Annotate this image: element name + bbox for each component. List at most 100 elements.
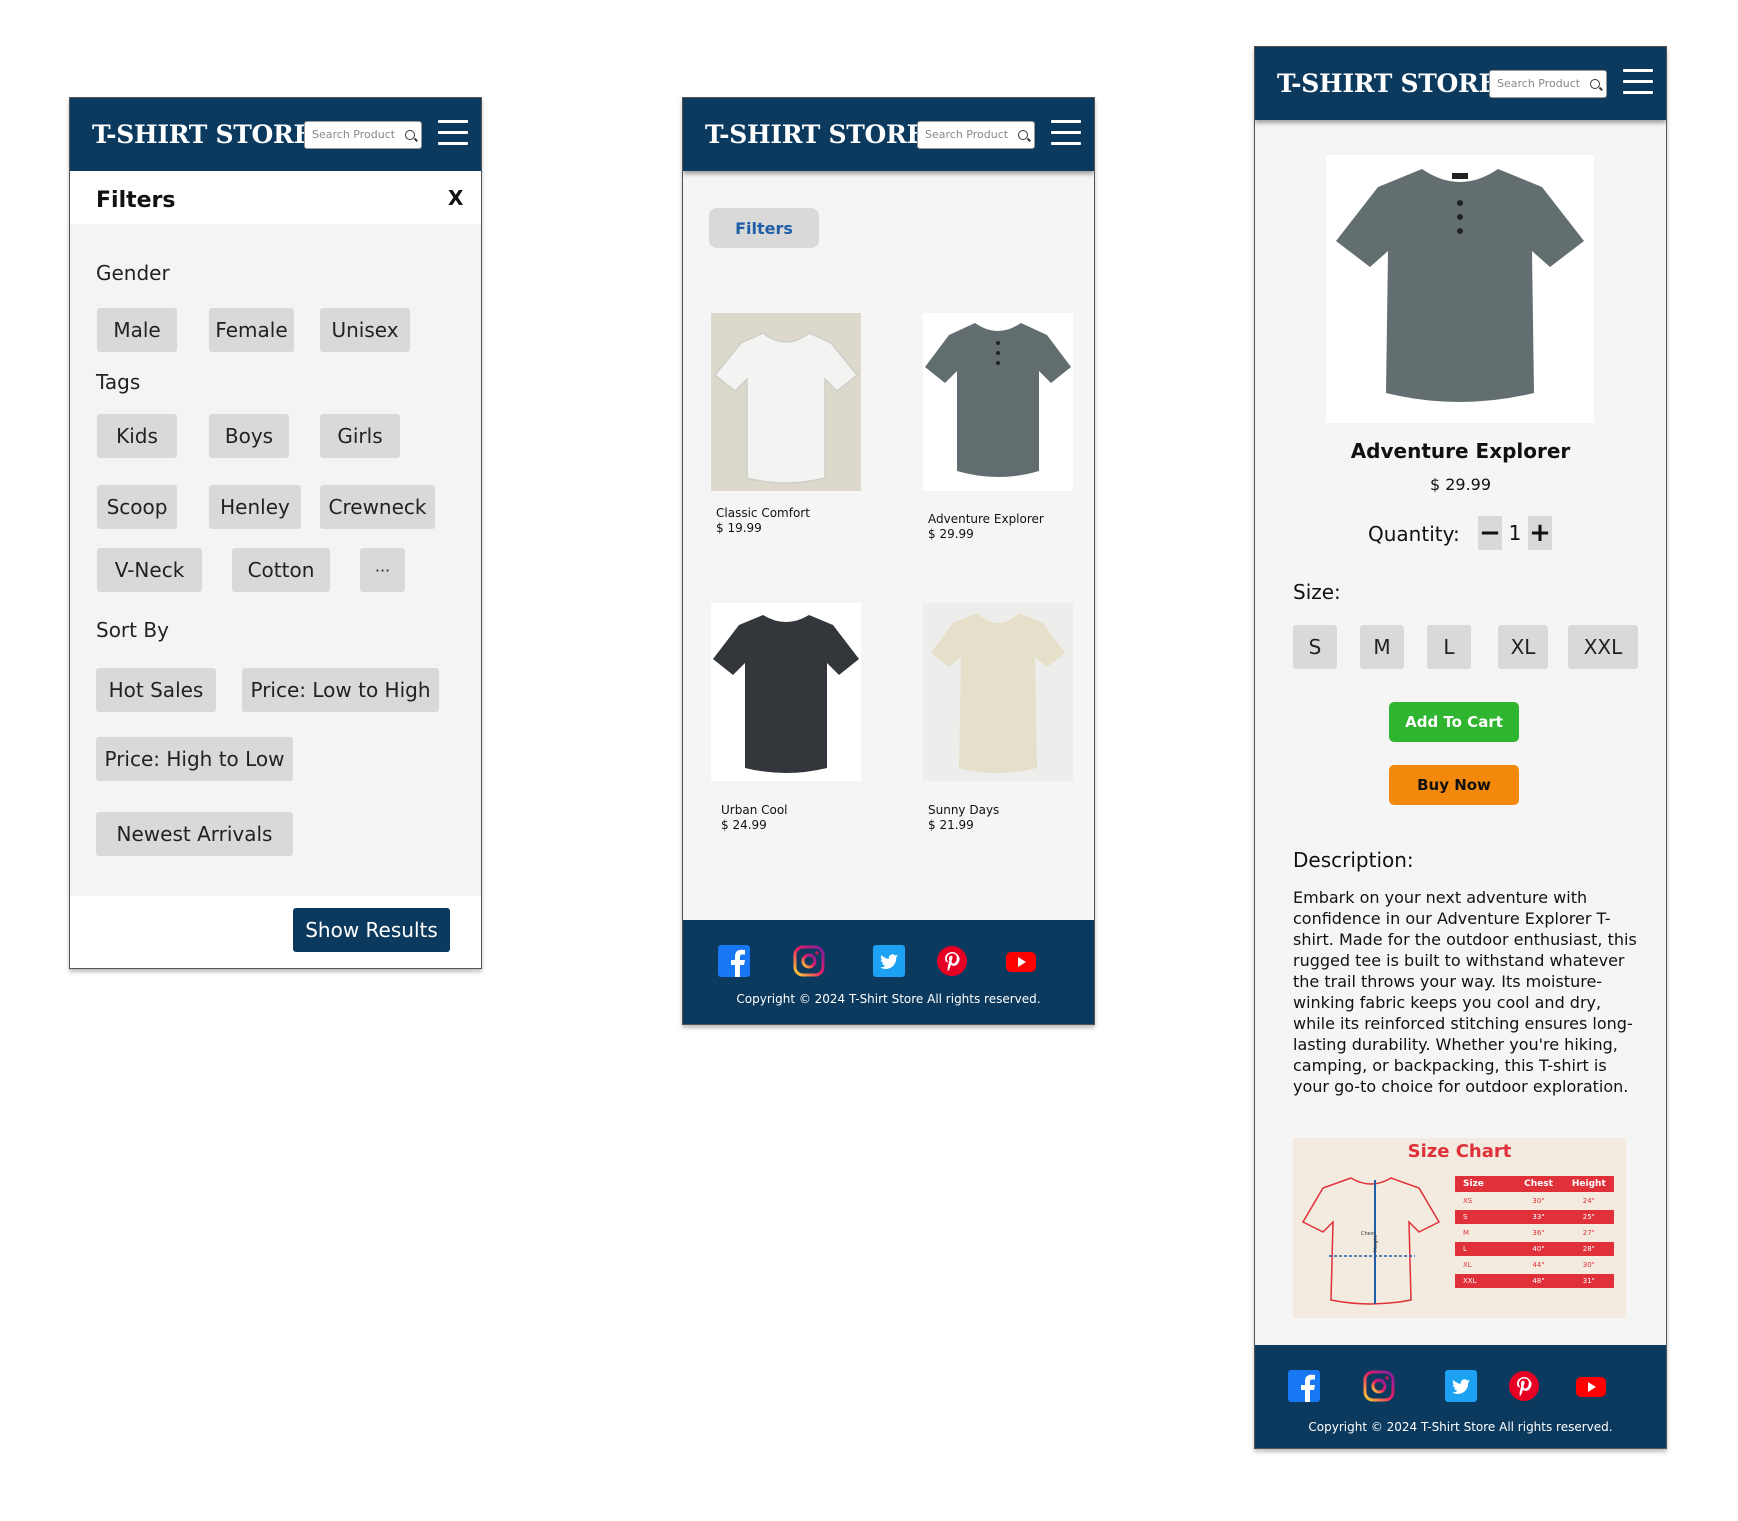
size-xxl-button[interactable]: XXL [1568,625,1638,669]
product-card-image[interactable] [711,603,861,781]
facebook-icon[interactable] [1288,1370,1320,1402]
pinterest-icon[interactable] [936,945,968,977]
tags-label: Tags [96,370,141,394]
product-title: Adventure Explorer [1350,439,1571,463]
size-chart-title: Size Chart [1407,1141,1512,1162]
chip-v-neck[interactable]: V-Neck [97,548,202,592]
size-table-cell: XXL [1463,1277,1477,1285]
chip-cotton[interactable]: Cotton [232,548,330,592]
chip-unisex[interactable]: Unisex [320,308,410,352]
product-name[interactable]: Adventure Explorer [928,512,1044,527]
product-price: $ 29.99 [928,527,974,541]
product-card-image[interactable] [923,313,1073,491]
search-input[interactable]: Search Product [917,121,1035,149]
size-table-cell: M [1463,1229,1470,1237]
search-input[interactable]: Search Product [304,121,422,149]
size-table-row: XS 30" 24" [1455,1194,1614,1208]
buy-now-button[interactable]: Buy Now [1389,765,1519,805]
copyright-text: Copyright © 2024 T-Shirt Store All right… [736,992,1041,1006]
pinterest-icon[interactable] [1508,1370,1540,1402]
search-placeholder: Search Product [925,128,1009,141]
chip-boys[interactable]: Boys [209,414,289,458]
product-name[interactable]: Sunny Days [928,803,999,818]
add-to-cart-button[interactable]: Add To Cart [1389,702,1519,742]
sort-price-low-high[interactable]: Price: Low to High [242,668,439,712]
sort-hot-sales[interactable]: Hot Sales [96,668,216,712]
chip-crewneck[interactable]: Crewneck [320,485,435,529]
size-table-cell: XS [1463,1197,1473,1205]
sort-by-label: Sort By [96,618,169,642]
size-table-cell: L [1463,1245,1467,1253]
chip-male[interactable]: Male [97,308,177,352]
height-diagram-label: Height [1373,1235,1379,1252]
size-table-cell: 48" [1532,1277,1545,1285]
size-table-cell: Size [1463,1179,1484,1189]
product-card-image[interactable] [923,603,1073,781]
twitter-icon[interactable] [1445,1370,1477,1402]
product-name[interactable]: Classic Comfort [716,506,810,521]
search-icon[interactable] [1590,79,1600,89]
size-xl-button[interactable]: XL [1498,625,1548,669]
size-table-cell: XL [1463,1261,1472,1269]
search-icon[interactable] [405,130,415,140]
search-icon[interactable] [1018,130,1028,140]
menu-icon[interactable] [1623,67,1653,97]
instagram-icon[interactable] [1363,1370,1395,1402]
chip-henley[interactable]: Henley [209,485,301,529]
product-price: $ 19.99 [716,521,762,535]
size-table-cell: 25" [1582,1213,1595,1221]
filters-title: Filters [96,188,176,213]
size-l-button[interactable]: L [1427,625,1471,669]
instagram-icon[interactable] [793,945,825,977]
show-results-button[interactable]: Show Results [293,908,450,952]
header: T-SHIRT STORE Search Product [1255,47,1666,120]
size-table-cell: S [1463,1213,1468,1221]
facebook-icon[interactable] [718,945,750,977]
filters-button[interactable]: Filters [709,208,819,248]
size-table-cell: 44" [1532,1261,1545,1269]
chip-scoop[interactable]: Scoop [97,485,177,529]
size-table-cell: 27" [1582,1229,1595,1237]
size-table-cell: 24" [1582,1197,1595,1205]
size-table-cell: Height [1571,1179,1606,1189]
chip-girls[interactable]: Girls [320,414,400,458]
product-card-image[interactable] [711,313,861,491]
store-logo[interactable]: T-SHIRT STORE [705,120,926,149]
header: T-SHIRT STORE Search Product [683,98,1094,171]
product-price: $ 29.99 [1429,475,1492,494]
description-text: Embark on your next adventure with confi… [1293,888,1637,1096]
twitter-icon[interactable] [873,945,905,977]
store-logo[interactable]: T-SHIRT STORE [1277,69,1498,98]
search-input[interactable]: Search Product [1489,70,1607,98]
size-s-button[interactable]: S [1293,625,1337,669]
sort-price-high-low[interactable]: Price: High to Low [96,737,293,781]
listing-screen: T-SHIRT STORE Search Product Filters Cla… [682,97,1095,1025]
size-table-cell: 40" [1532,1245,1545,1253]
quantity-increment-button[interactable]: + [1528,516,1552,550]
product-image [1326,155,1594,423]
store-logo[interactable]: T-SHIRT STORE [92,120,313,149]
quantity-value[interactable]: 1 [1507,521,1523,545]
product-price: $ 21.99 [928,818,974,832]
product-name[interactable]: Urban Cool [721,803,788,818]
filters-title-bar: Filters X [70,171,481,224]
youtube-icon[interactable] [1575,1370,1607,1402]
shirt-diagram [1301,1177,1441,1305]
copyright-text: Copyright © 2024 T-Shirt Store All right… [1308,1420,1613,1434]
chip-female[interactable]: Female [209,308,294,352]
chip-kids[interactable]: Kids [97,414,177,458]
chip-more[interactable]: ··· [360,548,405,592]
size-table-cell: 30" [1532,1197,1545,1205]
menu-icon[interactable] [438,118,468,148]
size-table-row: L 40" 28" [1455,1242,1614,1256]
size-table-row: M 36" 27" [1455,1226,1614,1240]
size-m-button[interactable]: M [1360,625,1404,669]
menu-icon[interactable] [1051,118,1081,148]
youtube-icon[interactable] [1005,945,1037,977]
sort-newest-arrivals[interactable]: Newest Arrivals [96,812,293,856]
close-button[interactable]: X [448,186,463,210]
quantity-decrement-button[interactable]: − [1478,516,1502,550]
description-label: Description: [1293,848,1414,872]
size-table-row: XXL 48" 31" [1455,1274,1614,1288]
size-table-cell: 31" [1582,1277,1595,1285]
